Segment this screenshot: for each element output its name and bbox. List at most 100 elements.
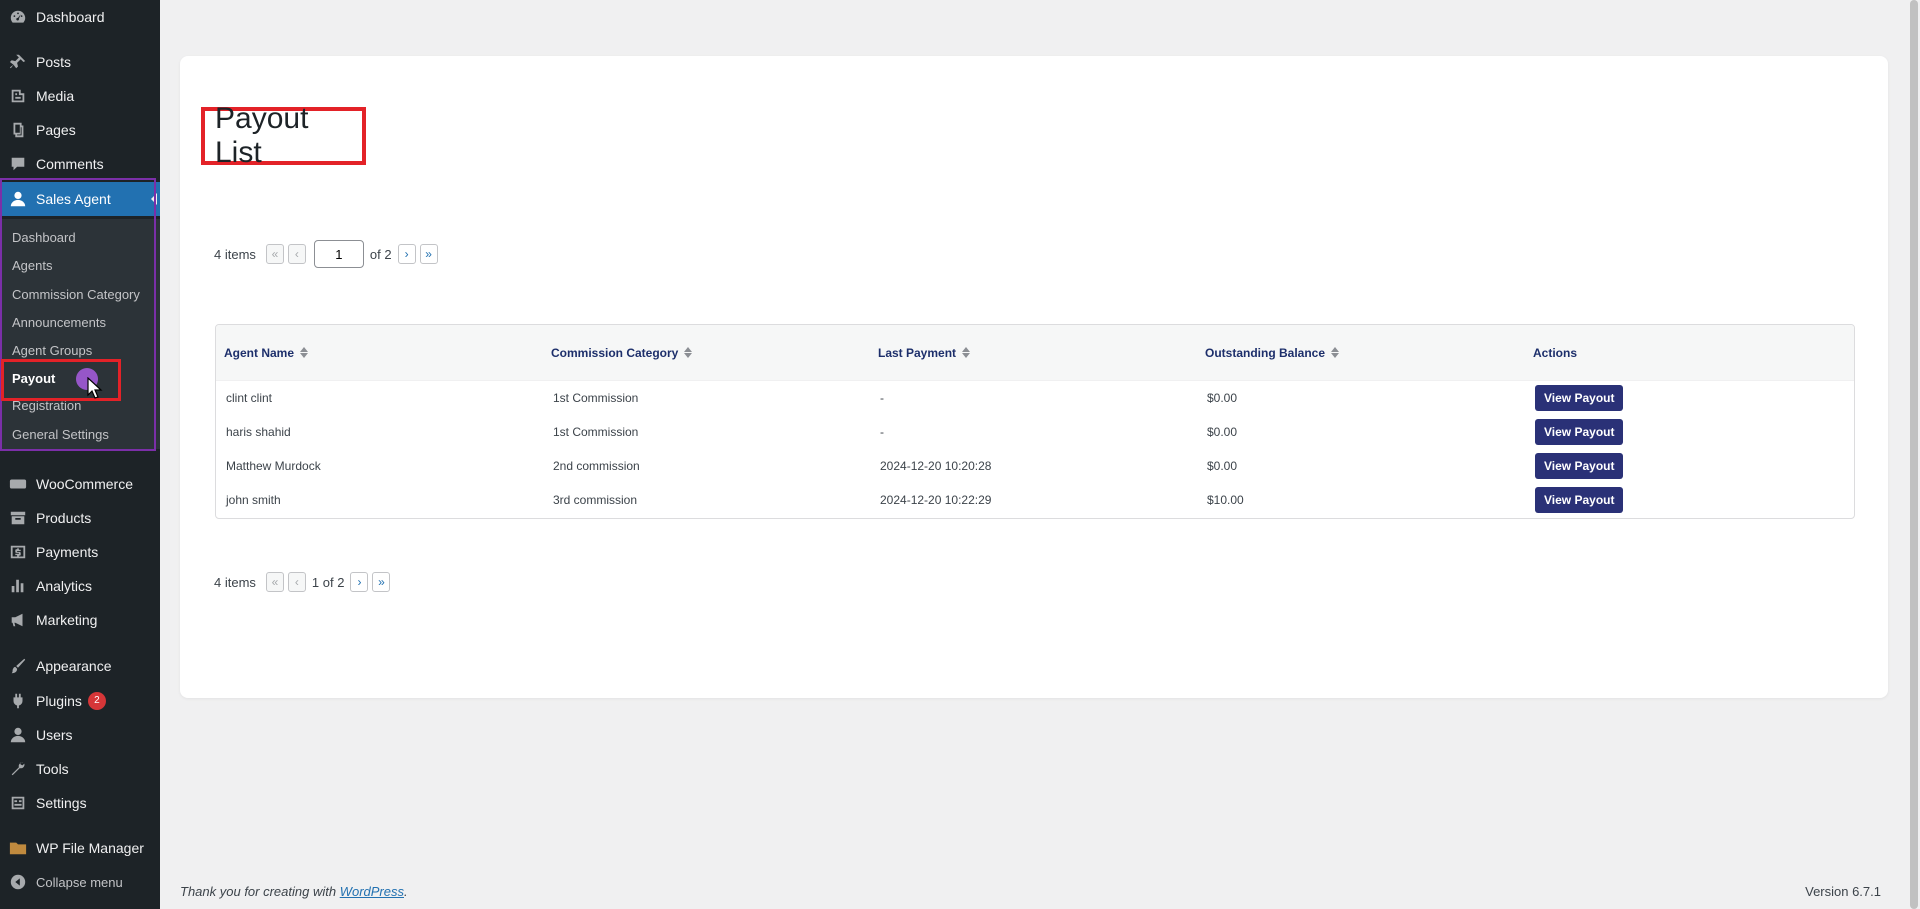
items-count: 4 items <box>214 574 256 590</box>
dashboard-icon <box>8 7 28 27</box>
pagination-top: 4 items « ‹ of 2 › » <box>214 240 442 268</box>
user-icon <box>8 189 28 209</box>
submenu-dashboard[interactable]: Dashboard <box>12 227 76 249</box>
view-payout-button[interactable]: View Payout <box>1535 453 1624 479</box>
collapse-icon <box>8 872 28 892</box>
payout-list-card: Payout List 4 items « ‹ of 2 › » Agent N… <box>180 56 1888 698</box>
menu-payments[interactable]: Payments <box>0 535 160 569</box>
archive-icon <box>8 508 28 528</box>
view-payout-button[interactable]: View Payout <box>1535 419 1624 445</box>
next-page-button[interactable]: › <box>350 572 369 592</box>
agent-name-cell: haris shahid <box>226 425 291 439</box>
last-payment-cell: - <box>880 391 884 405</box>
prev-page-button[interactable]: ‹ <box>287 572 306 592</box>
menu-wp-file-manager[interactable]: WP File Manager <box>0 831 160 865</box>
media-icon <box>8 86 28 106</box>
wordpress-link[interactable]: WordPress <box>340 884 404 899</box>
menu-appearance[interactable]: Appearance <box>0 649 160 683</box>
menu-label: Analytics <box>36 578 93 594</box>
menu-label: Posts <box>36 54 72 70</box>
column-last-payment[interactable]: Last Payment <box>878 345 971 360</box>
table-row: haris shahid 1st Commission - $0.00 View… <box>216 415 1854 449</box>
page-title: Payout List <box>215 102 309 169</box>
header-label: Commission Category <box>551 345 679 360</box>
balance-cell: $0.00 <box>1207 459 1238 473</box>
column-actions: Actions <box>1533 346 1577 360</box>
title-highlight-box: Payout List <box>201 102 366 169</box>
submenu-commission-category[interactable]: Commission Category <box>12 284 140 306</box>
column-agent-name[interactable]: Agent Name <box>224 346 309 360</box>
submenu-general-settings[interactable]: General Settings <box>12 424 109 446</box>
menu-label: WooCommerce <box>36 476 133 492</box>
agent-name-cell: john smith <box>226 493 281 507</box>
last-page-button[interactable]: » <box>372 572 391 592</box>
menu-label: WP File Manager <box>36 840 144 856</box>
menu-label: Plugins <box>36 693 82 709</box>
submenu-announcements[interactable]: Announcements <box>12 312 106 334</box>
table-row: Matthew Murdock 2nd commission 2024-12-2… <box>216 449 1854 483</box>
pages-icon <box>8 120 28 140</box>
menu-posts[interactable]: Posts <box>0 45 160 79</box>
current-page-input[interactable] <box>313 240 364 268</box>
payout-table: Agent Name Commission Category Last Paym… <box>215 324 1855 519</box>
menu-products[interactable]: Products <box>0 501 160 535</box>
bar-chart-icon <box>8 576 28 596</box>
header-label: Last Payment <box>878 345 957 360</box>
submenu-registration[interactable]: Registration <box>12 395 81 417</box>
menu-tools[interactable]: Tools <box>0 752 160 786</box>
last-payment-cell: 2024-12-20 10:20:28 <box>880 459 992 473</box>
view-payout-button[interactable]: View Payout <box>1535 487 1624 513</box>
menu-collapse[interactable]: Collapse menu <box>0 865 160 899</box>
menu-label: Collapse menu <box>36 874 123 890</box>
menu-label: Marketing <box>36 612 98 628</box>
menu-settings[interactable]: Settings <box>0 786 160 820</box>
column-outstanding-balance[interactable]: Outstanding Balance <box>1205 345 1340 360</box>
balance-cell: $0.00 <box>1207 391 1238 405</box>
last-page-button[interactable]: » <box>419 244 438 264</box>
last-payment-cell: 2024-12-20 10:22:29 <box>880 493 992 507</box>
menu-users[interactable]: Users <box>0 718 160 752</box>
commission-category-cell: 1st Commission <box>553 391 639 405</box>
menu-label: Pages <box>36 122 76 138</box>
current-menu-arrow <box>151 193 157 205</box>
submenu-agents[interactable]: Agents <box>12 255 52 277</box>
column-commission-category[interactable]: Commission Category <box>551 345 693 360</box>
page-of-label: 1 of 2 <box>311 574 345 590</box>
first-page-button[interactable]: « <box>265 572 284 592</box>
menu-media[interactable]: Media <box>0 79 160 113</box>
header-label: Outstanding Balance <box>1205 345 1326 360</box>
menu-label: Dashboard <box>36 9 105 25</box>
menu-comments[interactable]: Comments <box>0 147 160 181</box>
scrollbar-thumb[interactable] <box>1910 0 1918 909</box>
menu-label: Products <box>36 510 92 526</box>
menu-plugins[interactable]: Plugins 2 <box>0 684 160 718</box>
prev-page-button[interactable]: ‹ <box>287 244 306 264</box>
table-row: clint clint 1st Commission - $0.00 View … <box>216 381 1854 415</box>
admin-sidebar: Dashboard Posts Media Pages Comments Sal… <box>0 0 160 909</box>
folder-icon <box>8 838 28 858</box>
users-icon <box>8 725 28 745</box>
menu-pages[interactable]: Pages <box>0 113 160 147</box>
items-count: 4 items <box>214 246 256 262</box>
megaphone-icon <box>8 610 28 630</box>
submenu-agent-groups[interactable]: Agent Groups <box>12 340 92 362</box>
comment-icon <box>8 154 28 174</box>
menu-label: Settings <box>36 795 87 811</box>
menu-dashboard[interactable]: Dashboard <box>0 0 160 34</box>
sort-icon <box>1331 347 1340 358</box>
menu-sales-agent[interactable]: Sales Agent <box>0 182 160 216</box>
commission-category-cell: 2nd commission <box>553 459 640 473</box>
view-payout-button[interactable]: View Payout <box>1535 385 1624 411</box>
menu-label: Appearance <box>36 658 112 674</box>
menu-marketing[interactable]: Marketing <box>0 603 160 637</box>
first-page-button[interactable]: « <box>265 244 284 264</box>
submenu-payout[interactable]: Payout <box>12 368 55 390</box>
next-page-button[interactable]: › <box>397 244 416 264</box>
menu-analytics[interactable]: Analytics <box>0 569 160 603</box>
plugin-icon <box>8 691 28 711</box>
page-scrollbar[interactable] <box>1908 0 1920 909</box>
menu-woocommerce[interactable]: WooCommerce <box>0 467 160 501</box>
table-header: Agent Name Commission Category Last Paym… <box>216 325 1854 381</box>
pin-icon <box>8 52 28 72</box>
brush-icon <box>8 656 28 676</box>
